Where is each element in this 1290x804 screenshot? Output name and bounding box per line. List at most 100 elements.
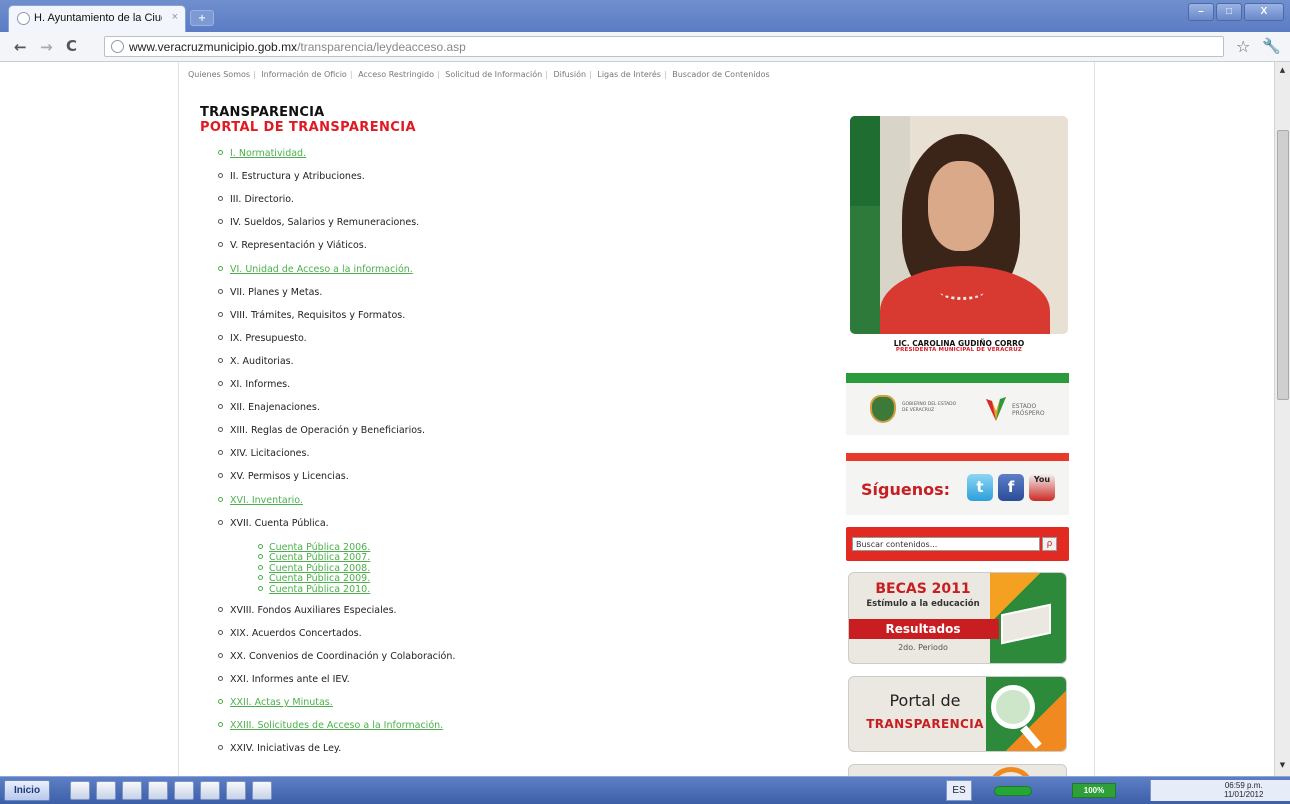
browser-titlebar: H. Ayuntamiento de la Ciudad × + – □ X xyxy=(0,0,1290,32)
transparency-item: VIII. Trámites, Requisitos y Formatos. xyxy=(218,310,405,321)
bullet-icon xyxy=(218,334,223,340)
nav-link-informacion-oficio[interactable]: Información de Oficio xyxy=(261,70,347,79)
bullet-icon xyxy=(218,381,223,386)
next-banner-partial[interactable] xyxy=(848,764,1067,776)
bullet-icon xyxy=(218,427,223,433)
browser-tab[interactable]: H. Ayuntamiento de la Ciudad × xyxy=(8,5,186,32)
nav-link-difusion[interactable]: Difusión xyxy=(553,70,586,79)
cuenta-publica-label[interactable]: Cuenta Pública 2007. xyxy=(269,552,370,563)
browser-toolbar: ← → C www.veracruzmunicipio.gob.mx/trans… xyxy=(0,32,1290,62)
url-path: /transparencia/leydeacceso.asp xyxy=(297,40,466,54)
portal-line2: TRANSPARENCIA xyxy=(866,717,984,731)
close-window-button[interactable]: X xyxy=(1244,3,1284,21)
nav-link-solicitud-informacion[interactable]: Solicitud de Información xyxy=(445,70,542,79)
transparency-item: XII. Enajenaciones. xyxy=(218,402,320,413)
transparency-item-label[interactable]: XXII. Actas y Minutas. xyxy=(230,697,333,708)
new-tab-button[interactable]: + xyxy=(190,10,214,26)
transparency-item-label: III. Directorio. xyxy=(230,194,294,206)
transparency-item[interactable]: XXII. Actas y Minutas. xyxy=(218,697,333,708)
chrome-taskbar-icon[interactable] xyxy=(174,781,194,800)
cuenta-publica-link[interactable]: Cuenta Pública 2010. xyxy=(258,584,370,596)
windows-taskbar: Inicio ES 100% 06:59 p.m. 11/01/2012 xyxy=(0,776,1290,804)
becas-banner[interactable]: BECAS 2011 Estímulo a la educación Resul… xyxy=(848,572,1067,664)
transparency-item: XVII. Cuenta Pública. xyxy=(218,518,329,529)
vertical-scrollbar[interactable]: ▲ ▼ xyxy=(1274,62,1290,776)
page-border-right xyxy=(1094,62,1095,776)
banner-color-stripe xyxy=(846,373,1069,383)
search-input[interactable] xyxy=(852,537,1040,551)
system-tray xyxy=(1150,780,1290,801)
transparency-item-label: X. Auditorias. xyxy=(230,355,294,367)
youtube-icon[interactable]: You xyxy=(1029,474,1055,501)
transparency-item-label[interactable]: XXIII. Solicitudes de Acceso a la Inform… xyxy=(230,720,443,731)
tray-zoom-indicator[interactable]: 100% xyxy=(1072,783,1116,798)
taskbar-app-icon[interactable] xyxy=(226,781,246,800)
bullet-icon xyxy=(218,699,223,705)
veracruz-shield-icon xyxy=(870,395,896,423)
nav-link-acceso-restringido[interactable]: Acceso Restringido xyxy=(358,70,434,79)
cuenta-publica-label[interactable]: Cuenta Pública 2006. xyxy=(269,542,370,553)
cuenta-publica-label[interactable]: Cuenta Pública 2010. xyxy=(269,584,370,595)
reload-button[interactable]: C xyxy=(66,37,77,55)
bullet-icon xyxy=(218,242,223,248)
window-controls: – □ X xyxy=(1188,3,1284,21)
bookmark-star-icon[interactable]: ☆ xyxy=(1236,37,1250,56)
taskbar-app-icon[interactable] xyxy=(200,781,220,800)
minimize-button[interactable]: – xyxy=(1188,3,1214,21)
close-tab-icon[interactable]: × xyxy=(172,11,178,23)
transparency-item: IX. Presupuesto. xyxy=(218,333,307,344)
transparency-item-label: II. Estructura y Atribuciones. xyxy=(230,171,365,183)
nav-link-quienes-somos[interactable]: Quienes Somos xyxy=(188,70,250,79)
transparency-item-label[interactable]: XVI. Inventario. xyxy=(230,495,303,506)
bullet-icon xyxy=(218,629,223,635)
transparency-item[interactable]: XXIII. Solicitudes de Acceso a la Inform… xyxy=(218,720,443,731)
transparency-item[interactable]: I. Normatividad. xyxy=(218,148,306,159)
transparency-item-label: XVIII. Fondos Auxiliares Especiales. xyxy=(230,604,397,616)
social-banner: Síguenos: t f You xyxy=(846,453,1069,515)
gobierno-veracruz-banner[interactable]: GOBIERNO DEL ESTADO DE VERACRUZ ESTADO PR… xyxy=(846,373,1069,435)
taskbar-app-icon[interactable] xyxy=(70,781,90,800)
portal-transparencia-banner[interactable]: Portal de TRANSPARENCIA xyxy=(848,676,1067,752)
flag-shape xyxy=(850,116,880,206)
transparency-item-label[interactable]: I. Normatividad. xyxy=(230,148,306,159)
cuenta-publica-label[interactable]: Cuenta Pública 2009. xyxy=(269,573,370,584)
gov-banner-text: GOBIERNO DEL ESTADO DE VERACRUZ xyxy=(902,402,957,413)
taskbar-app-icon[interactable] xyxy=(96,781,116,800)
tray-status-pill[interactable] xyxy=(994,786,1032,796)
bullet-icon xyxy=(218,311,223,317)
clock-time: 06:59 p.m. xyxy=(1224,781,1263,790)
cuenta-publica-label[interactable]: Cuenta Pública 2008. xyxy=(269,563,370,574)
bullet-icon xyxy=(258,564,263,570)
search-button[interactable]: ρ xyxy=(1042,537,1057,551)
facebook-icon[interactable]: f xyxy=(998,474,1024,501)
transparency-item[interactable]: XVI. Inventario. xyxy=(218,495,303,506)
taskbar-clock[interactable]: 06:59 p.m. 11/01/2012 xyxy=(1224,781,1263,799)
taskbar-app-icon[interactable] xyxy=(252,781,272,800)
bullet-icon xyxy=(218,519,223,525)
wrench-menu-icon[interactable]: 🔧 xyxy=(1262,37,1281,55)
bullet-icon xyxy=(218,357,223,363)
bullet-icon xyxy=(258,554,263,560)
globe-icon xyxy=(17,12,30,25)
transparency-item[interactable]: VI. Unidad de Acceso a la información. xyxy=(218,264,413,275)
transparency-item-label[interactable]: VI. Unidad de Acceso a la información. xyxy=(230,264,413,275)
forward-button[interactable]: → xyxy=(40,38,53,56)
maximize-button[interactable]: □ xyxy=(1216,3,1242,21)
taskbar-app-icon[interactable] xyxy=(122,781,142,800)
transparency-item: V. Representación y Viáticos. xyxy=(218,240,367,251)
scroll-up-arrow-icon[interactable]: ▲ xyxy=(1277,66,1288,77)
twitter-icon[interactable]: t xyxy=(967,474,993,501)
nav-link-ligas-interes[interactable]: Ligas de Interés xyxy=(597,70,661,79)
back-button[interactable]: ← xyxy=(14,38,27,56)
address-bar[interactable]: www.veracruzmunicipio.gob.mx/transparenc… xyxy=(104,36,1224,57)
taskbar-app-icon[interactable] xyxy=(148,781,168,800)
siguenos-label: Síguenos: xyxy=(861,480,951,499)
start-button[interactable]: Inicio xyxy=(4,780,50,801)
scroll-down-arrow-icon[interactable]: ▼ xyxy=(1277,761,1288,772)
photo-body-shape xyxy=(880,266,1050,334)
transparency-item: XXI. Informes ante el IEV. xyxy=(218,674,350,685)
page-info-icon[interactable] xyxy=(111,40,124,53)
language-indicator[interactable]: ES xyxy=(946,780,972,801)
nav-link-buscador-contenidos[interactable]: Buscador de Contenidos xyxy=(672,70,769,79)
scroll-thumb[interactable] xyxy=(1277,130,1289,400)
